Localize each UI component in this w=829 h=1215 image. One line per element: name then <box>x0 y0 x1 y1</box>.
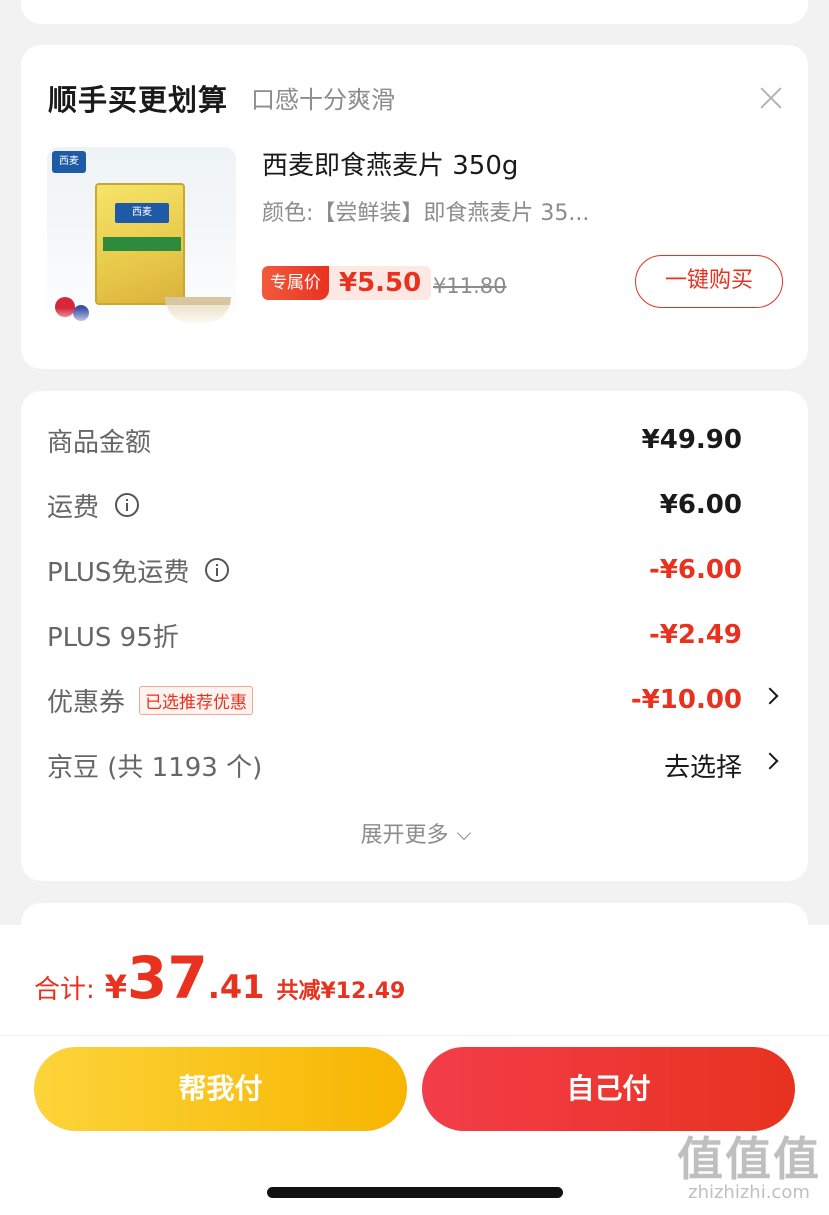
product-bag: 西麦 <box>95 183 185 305</box>
row-value[interactable]: 去选择 <box>664 747 742 784</box>
total-saved: 共减¥12.49 <box>276 979 406 1004</box>
chevron-right-icon[interactable] <box>761 687 779 705</box>
coupon-recommended-badge: 已选推荐优惠 <box>139 685 254 715</box>
product-variant[interactable]: 颜色:【尝鲜装】即食燕麦片 35... <box>262 195 622 227</box>
chevron-down-icon <box>456 825 471 841</box>
price-summary-card: 商品金额 ¥49.90 运费 ¥6.00 PLUS免运费 -¥6.00 PLUS… <box>21 391 808 881</box>
row-label: 商品金额 <box>47 427 152 458</box>
summary-row-jingdou[interactable]: 京豆 (共 1193 个) 去选择 <box>47 745 779 785</box>
summary-row-coupon[interactable]: 优惠券 已选推荐优惠 -¥10.00 <box>47 680 779 720</box>
row-label: 优惠券 <box>47 687 126 718</box>
summary-row-plus-free-shipping: PLUS免运费 -¥6.00 <box>47 550 778 590</box>
row-label: PLUS 95折 <box>47 622 179 653</box>
home-indicator[interactable] <box>267 1187 563 1198</box>
row-value: -¥2.49 <box>648 620 742 650</box>
upsell-subtitle: 口感十分爽滑 <box>251 86 395 114</box>
original-price: ¥11.80 <box>433 274 507 298</box>
chevron-right-icon[interactable] <box>761 752 779 770</box>
row-value: -¥10.00 <box>630 685 742 715</box>
expand-more[interactable]: 展开更多 <box>21 817 808 849</box>
brand-logo: 西麦 <box>52 151 86 173</box>
checkout-bar: 合计: ¥ 37 .41 共减¥12.49 帮我付 自己付 值值值 zhizhi… <box>0 925 829 1215</box>
total-integer: 37 <box>127 944 208 1012</box>
divider <box>0 1035 829 1036</box>
summary-row-shipping: 运费 ¥6.00 <box>47 485 778 525</box>
help-me-pay-button[interactable]: 帮我付 <box>34 1047 407 1131</box>
info-icon[interactable] <box>205 558 230 582</box>
bag-label: 西麦 <box>115 203 169 223</box>
summary-row-goods-amount: 商品金额 ¥49.90 <box>47 420 778 460</box>
watermark-logo: 值值值 <box>677 1132 821 1186</box>
order-total: 合计: ¥ 37 .41 共减¥12.49 <box>34 949 405 1007</box>
row-value: ¥6.00 <box>659 490 742 520</box>
one-click-buy-button[interactable]: 一键购买 <box>635 255 783 308</box>
upsell-title: 顺手买更划算 <box>48 83 229 117</box>
close-icon[interactable] <box>760 87 782 109</box>
watermark: 值值值 zhizhizhi.com <box>677 1136 821 1203</box>
summary-row-plus-discount: PLUS 95折 -¥2.49 <box>47 615 778 655</box>
total-decimal: .41 <box>207 968 265 1006</box>
row-value: -¥6.00 <box>648 555 742 585</box>
milk-splash <box>47 308 236 336</box>
product-name[interactable]: 西麦即食燕麦片 350g <box>262 145 518 182</box>
total-currency: ¥ <box>104 968 128 1006</box>
upsell-card: 顺手买更划算 口感十分爽滑 西麦 西麦 西麦即食燕麦片 350g 颜色:【尝鲜装… <box>21 45 808 369</box>
row-label: 京豆 (共 1193 个) <box>47 752 263 783</box>
bag-band <box>103 237 181 251</box>
previous-card <box>21 0 808 24</box>
exclusive-price-tag: 专属价 ¥5.50 <box>262 266 432 300</box>
expand-more-label: 展开更多 <box>360 823 449 848</box>
row-value: ¥49.90 <box>641 425 742 455</box>
total-label: 合计: <box>34 975 95 1005</box>
exclusive-price: ¥5.50 <box>339 268 422 298</box>
exclusive-price-label: 专属价 <box>262 266 329 300</box>
row-label: 运费 <box>47 492 100 523</box>
info-icon[interactable] <box>115 493 140 517</box>
product-image[interactable]: 西麦 西麦 <box>47 147 236 336</box>
row-label: PLUS免运费 <box>47 557 190 588</box>
pay-myself-button[interactable]: 自己付 <box>422 1047 795 1131</box>
watermark-url: zhizhizhi.com <box>688 1182 810 1203</box>
